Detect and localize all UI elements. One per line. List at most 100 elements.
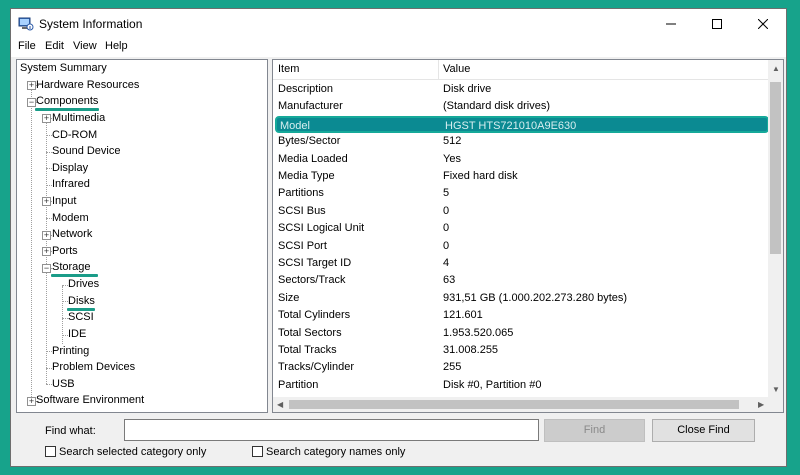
tree-item-infrared[interactable]: Infrared — [52, 176, 90, 193]
expand-plus-icon[interactable]: + — [42, 231, 51, 240]
row-value: (Standard disk drives) — [443, 100, 550, 113]
tree-item-modem[interactable]: Modem — [52, 210, 89, 227]
minimize-button[interactable] — [648, 9, 694, 39]
horizontal-scroll-thumb[interactable] — [289, 400, 739, 409]
table-row[interactable]: Model HGST HTS721010A9E630 — [275, 115, 769, 134]
row-item: Size — [278, 291, 300, 304]
row-value: 512 — [443, 135, 462, 148]
expand-plus-icon[interactable]: + — [42, 247, 51, 256]
tree-item-input[interactable]: Input — [52, 193, 76, 210]
column-header-item[interactable]: Item — [278, 63, 299, 75]
close-find-button[interactable]: Close Find — [652, 419, 755, 442]
checkbox-box[interactable] — [45, 446, 56, 457]
list-header: Item Value — [273, 60, 770, 80]
expand-plus-icon[interactable]: + — [27, 81, 36, 90]
row-item: SCSI Target ID — [278, 257, 352, 269]
tree-item-cd-rom[interactable]: CD-ROM — [52, 127, 97, 144]
table-row[interactable]: SCSI Logical Unit 0 — [273, 220, 770, 238]
table-row[interactable]: Size 931,51 GB (1.000.202.273.280 bytes) — [273, 290, 770, 308]
find-button[interactable]: Find — [544, 419, 645, 442]
tree-item-problem-devices[interactable]: Problem Devices — [52, 359, 135, 376]
horizontal-scrollbar[interactable]: ◀ ▶ — [273, 397, 770, 412]
tree-item-printing[interactable]: Printing — [52, 343, 89, 360]
table-row[interactable]: Total Sectors 1.953.520.065 — [273, 325, 770, 343]
row-value: 255 — [443, 361, 462, 374]
vertical-scrollbar[interactable]: ▲ ▼ — [768, 60, 783, 398]
checkbox-box[interactable] — [252, 446, 263, 457]
table-row[interactable]: Sectors/Track 63 — [273, 272, 770, 290]
menu-file[interactable]: File — [18, 40, 36, 52]
table-row[interactable]: Bytes/Sector 512 — [273, 133, 770, 151]
row-item: Total Tracks — [278, 344, 337, 356]
tree-item-drives[interactable]: Drives — [68, 276, 99, 293]
row-item: Media Loaded — [278, 152, 348, 165]
search-category-names-checkbox[interactable]: Search category names only — [252, 446, 405, 458]
vertical-scroll-thumb[interactable] — [770, 82, 781, 254]
row-value: Fixed hard disk — [443, 170, 518, 182]
menu-view[interactable]: View — [73, 40, 97, 52]
scroll-up-arrow-icon[interactable]: ▲ — [772, 64, 780, 73]
table-row[interactable]: Total Tracks 31.008.255 — [273, 342, 770, 360]
expand-plus-icon[interactable]: + — [42, 197, 51, 206]
tree-item-software-environment[interactable]: Software Environment — [36, 392, 144, 409]
search-selected-category-label: Search selected category only — [59, 446, 207, 458]
tree-item-ide[interactable]: IDE — [68, 326, 86, 343]
row-value: Disk #0, Partition #0 — [443, 378, 542, 391]
table-row[interactable]: SCSI Target ID 4 — [273, 255, 770, 273]
expand-plus-icon[interactable]: + — [27, 397, 36, 406]
tree-item-network[interactable]: Network — [52, 226, 92, 243]
row-value: 5 — [443, 187, 450, 200]
row-item: Media Type — [278, 170, 335, 182]
scroll-down-arrow-icon[interactable]: ▼ — [772, 385, 780, 394]
menu-help[interactable]: Help — [105, 40, 128, 52]
column-header-value[interactable]: Value — [443, 63, 470, 75]
row-item: Total Sectors — [278, 326, 342, 339]
find-what-input[interactable] — [124, 419, 539, 441]
details-list[interactable]: Item Value Description Disk drive Manufact… — [272, 59, 784, 413]
search-category-names-label: Search category names only — [266, 446, 406, 458]
maximize-icon — [712, 19, 722, 29]
row-value: 0 — [443, 204, 450, 217]
table-row[interactable]: Description Disk drive — [273, 81, 770, 99]
table-row[interactable]: Total Cylinders 121.601 — [273, 307, 770, 325]
table-row[interactable]: Partitions 5 — [273, 185, 770, 203]
tree-item-usb[interactable]: USB — [52, 376, 75, 393]
collapse-minus-icon[interactable]: − — [27, 98, 36, 107]
table-row[interactable]: Media Type Fixed hard disk — [273, 168, 770, 186]
tree-item-hardware-resources[interactable]: Hardware Resources — [36, 77, 139, 94]
row-value: 0 — [443, 239, 450, 252]
tree-item-sound-device[interactable]: Sound Device — [52, 143, 121, 160]
tree-item-scsi[interactable]: SCSI — [68, 309, 94, 326]
table-row[interactable]: Partition Disk #0, Partition #0 — [273, 377, 770, 395]
search-selected-category-checkbox[interactable]: Search selected category only — [45, 446, 206, 458]
row-item: Description — [278, 83, 334, 95]
row-item: SCSI Port — [278, 239, 327, 252]
minimize-icon — [666, 23, 676, 25]
table-row[interactable]: SCSI Port 0 — [273, 238, 770, 256]
menu-edit[interactable]: Edit — [45, 40, 64, 52]
tree-item-ports[interactable]: Ports — [52, 243, 78, 260]
row-item: SCSI Bus — [278, 204, 326, 217]
row-item: SCSI Logical Unit — [278, 222, 365, 235]
maximize-button[interactable] — [694, 9, 740, 39]
row-value: Yes — [443, 152, 461, 165]
expand-plus-icon[interactable]: + — [42, 114, 51, 123]
table-row[interactable]: Manufacturer (Standard disk drives) — [273, 98, 770, 116]
table-row[interactable]: Media Loaded Yes — [273, 151, 770, 169]
row-item: Sectors/Track — [278, 274, 346, 287]
title-bar: System Information — [11, 9, 786, 39]
scroll-left-arrow-icon[interactable]: ◀ — [277, 400, 283, 409]
system-information-window: System Information File Edit View Help S… — [10, 8, 787, 467]
tree-item-system-summary[interactable]: System Summary — [20, 60, 107, 77]
row-value: 1.953.520.065 — [443, 326, 514, 339]
tree-item-display[interactable]: Display — [52, 160, 88, 177]
tree-item-multimedia[interactable]: Multimedia — [52, 110, 105, 127]
table-row[interactable]: Tracks/Cylinder 255 — [273, 359, 770, 377]
row-value: Disk drive — [443, 83, 492, 95]
menu-bar: File Edit View Help — [11, 39, 786, 57]
collapse-minus-icon[interactable]: − — [42, 264, 51, 273]
close-button[interactable] — [740, 9, 786, 39]
category-tree[interactable]: System Summary + Hardware Resources − Co… — [16, 59, 268, 413]
scroll-right-arrow-icon[interactable]: ▶ — [758, 400, 764, 409]
table-row[interactable]: SCSI Bus 0 — [273, 203, 770, 221]
